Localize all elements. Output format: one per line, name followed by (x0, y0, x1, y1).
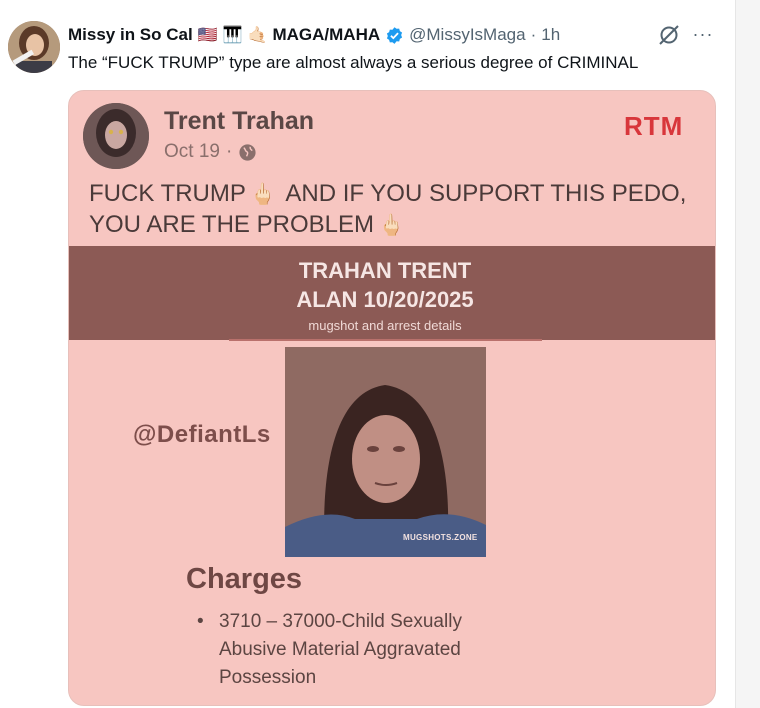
embedded-date: Oct 19 (164, 141, 220, 162)
mugshot-watermark: MUGSHOTS.ZONE (403, 533, 478, 542)
separator-dot: · (530, 25, 537, 44)
charges-title: Charges (186, 563, 303, 595)
embedded-meta: Oct 19 · (164, 141, 257, 163)
embedded-avatar (83, 103, 149, 169)
post-text-part1: FUCK TRUMP (89, 180, 246, 207)
banner-title-line2: ALAN 10/20/2025 (296, 287, 474, 312)
tweet-text: The “FUCK TRUMP” type are almost always … (68, 53, 639, 72)
watermark-handle: @DefiantLs (133, 421, 271, 448)
charge-line-3: Possession (219, 667, 317, 688)
verified-badge-icon[interactable] (385, 26, 404, 45)
post-text-part2: AND IF YOU SUPPORT THIS PEDO, (285, 180, 687, 207)
tweet-header: Missy in So Cal 🇺🇸 🎹 🤙🏻 MAGA/MAHA @Missy… (68, 22, 560, 48)
mugshot-photo: MUGSHOTS.ZONE (285, 347, 486, 557)
banner-divider (229, 339, 542, 341)
more-icon[interactable]: ··· (691, 22, 715, 46)
post-text-part3: YOU ARE THE PROBLEM (89, 211, 374, 238)
charge-line-1: 3710 – 37000-Child Sexually (219, 611, 462, 632)
charges-list: • 3710 – 37000-Child Sexually Abusive Ma… (197, 608, 549, 692)
right-rail (735, 0, 760, 708)
display-name-suffix[interactable]: MAGA/MAHA (272, 25, 380, 45)
charge-line-2: Abusive Material Aggravated (219, 639, 461, 660)
middle-finger-emoji-2: 🖕🏻 (377, 214, 405, 237)
handle[interactable]: @MissyIsMaga (409, 25, 525, 45)
rtm-logo: RTM (624, 111, 684, 141)
banner-title: TRAHAN TRENT ALAN 10/20/2025 (69, 256, 701, 314)
embedded-author: Trent Trahan (164, 107, 315, 135)
banner: TRAHAN TRENT ALAN 10/20/2025 mugshot and… (69, 246, 715, 340)
embedded-post-text: FUCK TRUMP 🖕🏻 AND IF YOU SUPPORT THIS PED… (89, 179, 699, 241)
us-flag-emoji: 🇺🇸 (197, 27, 218, 44)
middle-finger-emoji: 🖕🏻 (249, 183, 277, 206)
avatar[interactable] (8, 21, 60, 73)
banner-title-line1: TRAHAN TRENT (298, 258, 472, 283)
charge-item: • 3710 – 37000-Child Sexually Abusive Ma… (197, 608, 549, 692)
banner-subtitle: mugshot and arrest details (308, 318, 462, 333)
timestamp[interactable]: 1h (541, 25, 560, 45)
hand-emoji: 🤙🏻 (247, 27, 268, 44)
embedded-image[interactable]: Trent Trahan Oct 19 · RTM FUCK TRUMP 🖕🏻 A… (68, 90, 716, 706)
piano-emoji: 🎹 (222, 27, 243, 44)
bullet: • (197, 611, 204, 632)
embedded-separator: · (225, 141, 233, 162)
globe-icon (238, 143, 257, 162)
grok-icon[interactable] (657, 25, 681, 45)
display-name[interactable]: Missy in So Cal (68, 25, 193, 45)
